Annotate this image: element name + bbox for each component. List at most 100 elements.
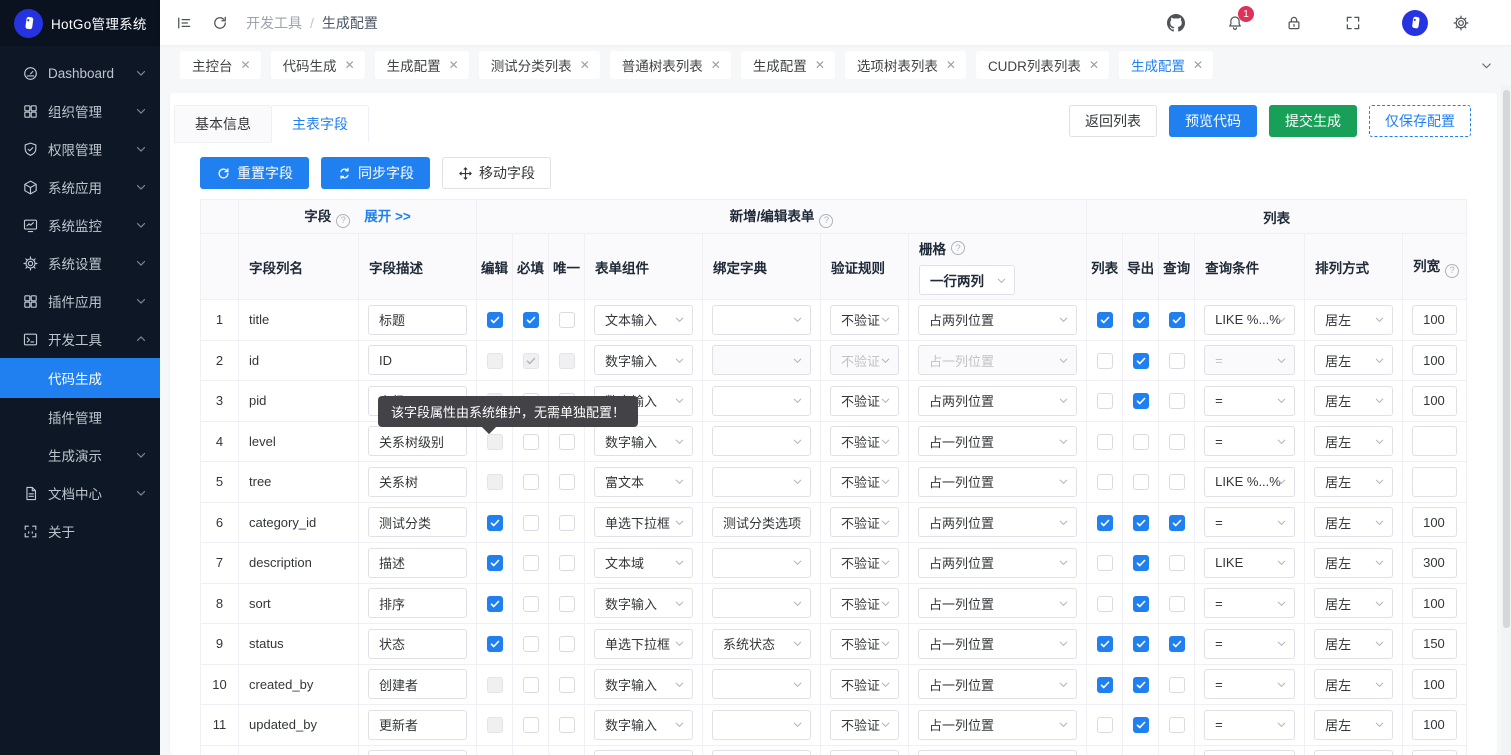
export-checkbox[interactable] bbox=[1133, 555, 1149, 571]
refresh-icon[interactable] bbox=[210, 13, 230, 33]
close-icon[interactable]: ✕ bbox=[449, 59, 459, 71]
dict-select[interactable] bbox=[712, 750, 811, 755]
query-cond-select[interactable]: = bbox=[1204, 629, 1295, 659]
query-cond-select[interactable]: = bbox=[1204, 345, 1295, 375]
validate-select[interactable]: 不验证 bbox=[830, 386, 899, 416]
field-desc-input[interactable]: 创建者 bbox=[368, 669, 467, 699]
validate-select[interactable] bbox=[830, 750, 899, 755]
query-checkbox[interactable] bbox=[1169, 434, 1185, 450]
align-select[interactable]: 居左 bbox=[1314, 426, 1393, 456]
component-select[interactable]: 数字输入 bbox=[594, 710, 693, 740]
align-select[interactable]: 居左 bbox=[1314, 345, 1393, 375]
grid-select[interactable]: 占两列位置 bbox=[918, 507, 1077, 537]
sidebar-item-about[interactable]: 关于 bbox=[0, 512, 160, 550]
card-tab-0[interactable]: 基本信息 bbox=[174, 105, 272, 143]
expand-columns-link[interactable]: 展开 >> bbox=[364, 209, 411, 224]
unique-checkbox[interactable] bbox=[559, 353, 575, 369]
validate-select[interactable]: 不验证 bbox=[830, 507, 899, 537]
dict-select[interactable]: 测试分类选项 bbox=[712, 507, 811, 537]
validate-select[interactable]: 不验证 bbox=[830, 345, 899, 375]
close-icon[interactable]: ✕ bbox=[580, 59, 590, 71]
grid-select[interactable]: 占一列位置 bbox=[918, 345, 1077, 375]
breadcrumb-parent[interactable]: 开发工具 bbox=[246, 13, 302, 33]
query-checkbox[interactable] bbox=[1169, 555, 1185, 571]
grid-select[interactable]: 占一列位置 bbox=[918, 467, 1077, 497]
dict-select[interactable] bbox=[712, 426, 811, 456]
dict-select[interactable] bbox=[712, 345, 811, 375]
list-checkbox[interactable] bbox=[1097, 353, 1113, 369]
close-icon[interactable]: ✕ bbox=[815, 59, 825, 71]
edit-checkbox[interactable] bbox=[487, 677, 503, 693]
list-checkbox[interactable] bbox=[1097, 596, 1113, 612]
sidebar-item-plugapp[interactable]: 插件应用 bbox=[0, 282, 160, 320]
width-input[interactable]: 100 bbox=[1412, 710, 1457, 740]
component-select[interactable]: 单选下拉框 bbox=[594, 507, 693, 537]
dict-select[interactable] bbox=[712, 386, 811, 416]
edit-checkbox[interactable] bbox=[487, 474, 503, 490]
unique-checkbox[interactable] bbox=[559, 555, 575, 571]
help-icon[interactable]: ? bbox=[336, 214, 350, 228]
align-select[interactable]: 居左 bbox=[1314, 386, 1393, 416]
query-checkbox[interactable] bbox=[1169, 717, 1185, 733]
edit-checkbox[interactable] bbox=[487, 717, 503, 733]
reset-fields-button[interactable]: 重置字段 bbox=[200, 157, 309, 189]
field-desc-input[interactable]: 关系树 bbox=[368, 467, 467, 497]
query-checkbox[interactable] bbox=[1169, 636, 1185, 652]
unique-checkbox[interactable] bbox=[559, 717, 575, 733]
required-checkbox[interactable] bbox=[523, 474, 539, 490]
submit-generate-button[interactable]: 提交生成 bbox=[1269, 105, 1357, 137]
edit-checkbox[interactable] bbox=[487, 555, 503, 571]
align-select[interactable]: 居左 bbox=[1314, 710, 1393, 740]
tab-chip-4[interactable]: 普通树表列表✕ bbox=[610, 51, 731, 79]
close-icon[interactable]: ✕ bbox=[241, 59, 251, 71]
close-icon[interactable]: ✕ bbox=[946, 59, 956, 71]
query-cond-select[interactable]: LIKE %...% bbox=[1204, 305, 1295, 335]
width-input[interactable]: 100 bbox=[1412, 669, 1457, 699]
sidebar-item-codegen[interactable]: 代码生成 bbox=[0, 358, 160, 398]
component-select[interactable]: 数字输入 bbox=[594, 426, 693, 456]
query-checkbox[interactable] bbox=[1169, 474, 1185, 490]
align-select[interactable]: 居左 bbox=[1314, 629, 1393, 659]
export-checkbox[interactable] bbox=[1133, 596, 1149, 612]
tab-chip-0[interactable]: 主控台✕ bbox=[180, 51, 261, 79]
unique-checkbox[interactable] bbox=[559, 515, 575, 531]
move-fields-button[interactable]: 移动字段 bbox=[442, 157, 551, 189]
unique-checkbox[interactable] bbox=[559, 474, 575, 490]
required-checkbox[interactable] bbox=[523, 434, 539, 450]
list-checkbox[interactable] bbox=[1097, 717, 1113, 733]
grid-select[interactable]: 占一列位置 bbox=[918, 710, 1077, 740]
export-checkbox[interactable] bbox=[1133, 515, 1149, 531]
query-cond-select[interactable]: LIKE %...% bbox=[1204, 467, 1295, 497]
width-input[interactable] bbox=[1412, 750, 1457, 755]
back-to-list-button[interactable]: 返回列表 bbox=[1069, 105, 1157, 137]
query-cond-select[interactable]: = bbox=[1204, 386, 1295, 416]
unique-checkbox[interactable] bbox=[559, 677, 575, 693]
export-checkbox[interactable] bbox=[1133, 474, 1149, 490]
required-checkbox[interactable] bbox=[523, 717, 539, 733]
list-checkbox[interactable] bbox=[1097, 474, 1113, 490]
export-checkbox[interactable] bbox=[1133, 677, 1149, 693]
preview-code-button[interactable]: 预览代码 bbox=[1169, 105, 1257, 137]
query-checkbox[interactable] bbox=[1169, 515, 1185, 531]
grid-select[interactable] bbox=[918, 750, 1077, 755]
help-icon[interactable]: ? bbox=[819, 214, 833, 228]
unique-checkbox[interactable] bbox=[559, 434, 575, 450]
sidebar-item-perm[interactable]: 权限管理 bbox=[0, 130, 160, 168]
component-select[interactable]: 文本输入 bbox=[594, 305, 693, 335]
edit-checkbox[interactable] bbox=[487, 434, 503, 450]
width-input[interactable] bbox=[1412, 426, 1457, 456]
field-desc-input[interactable]: 排序 bbox=[368, 588, 467, 618]
grid-select[interactable]: 占两列位置 bbox=[918, 386, 1077, 416]
align-select[interactable]: 居左 bbox=[1314, 507, 1393, 537]
align-select[interactable]: 居左 bbox=[1314, 548, 1393, 578]
query-checkbox[interactable] bbox=[1169, 393, 1185, 409]
field-desc-input[interactable]: 关系树级别 bbox=[368, 426, 467, 456]
list-checkbox[interactable] bbox=[1097, 434, 1113, 450]
sidebar-item-gendemo[interactable]: 生成演示 bbox=[0, 436, 160, 474]
query-checkbox[interactable] bbox=[1169, 312, 1185, 328]
query-cond-select[interactable]: = bbox=[1204, 507, 1295, 537]
component-select[interactable] bbox=[594, 750, 693, 755]
tab-chip-7[interactable]: CUDR列表列表✕ bbox=[976, 51, 1109, 79]
field-desc-input[interactable]: 描述 bbox=[368, 548, 467, 578]
user-avatar[interactable] bbox=[1402, 10, 1428, 36]
